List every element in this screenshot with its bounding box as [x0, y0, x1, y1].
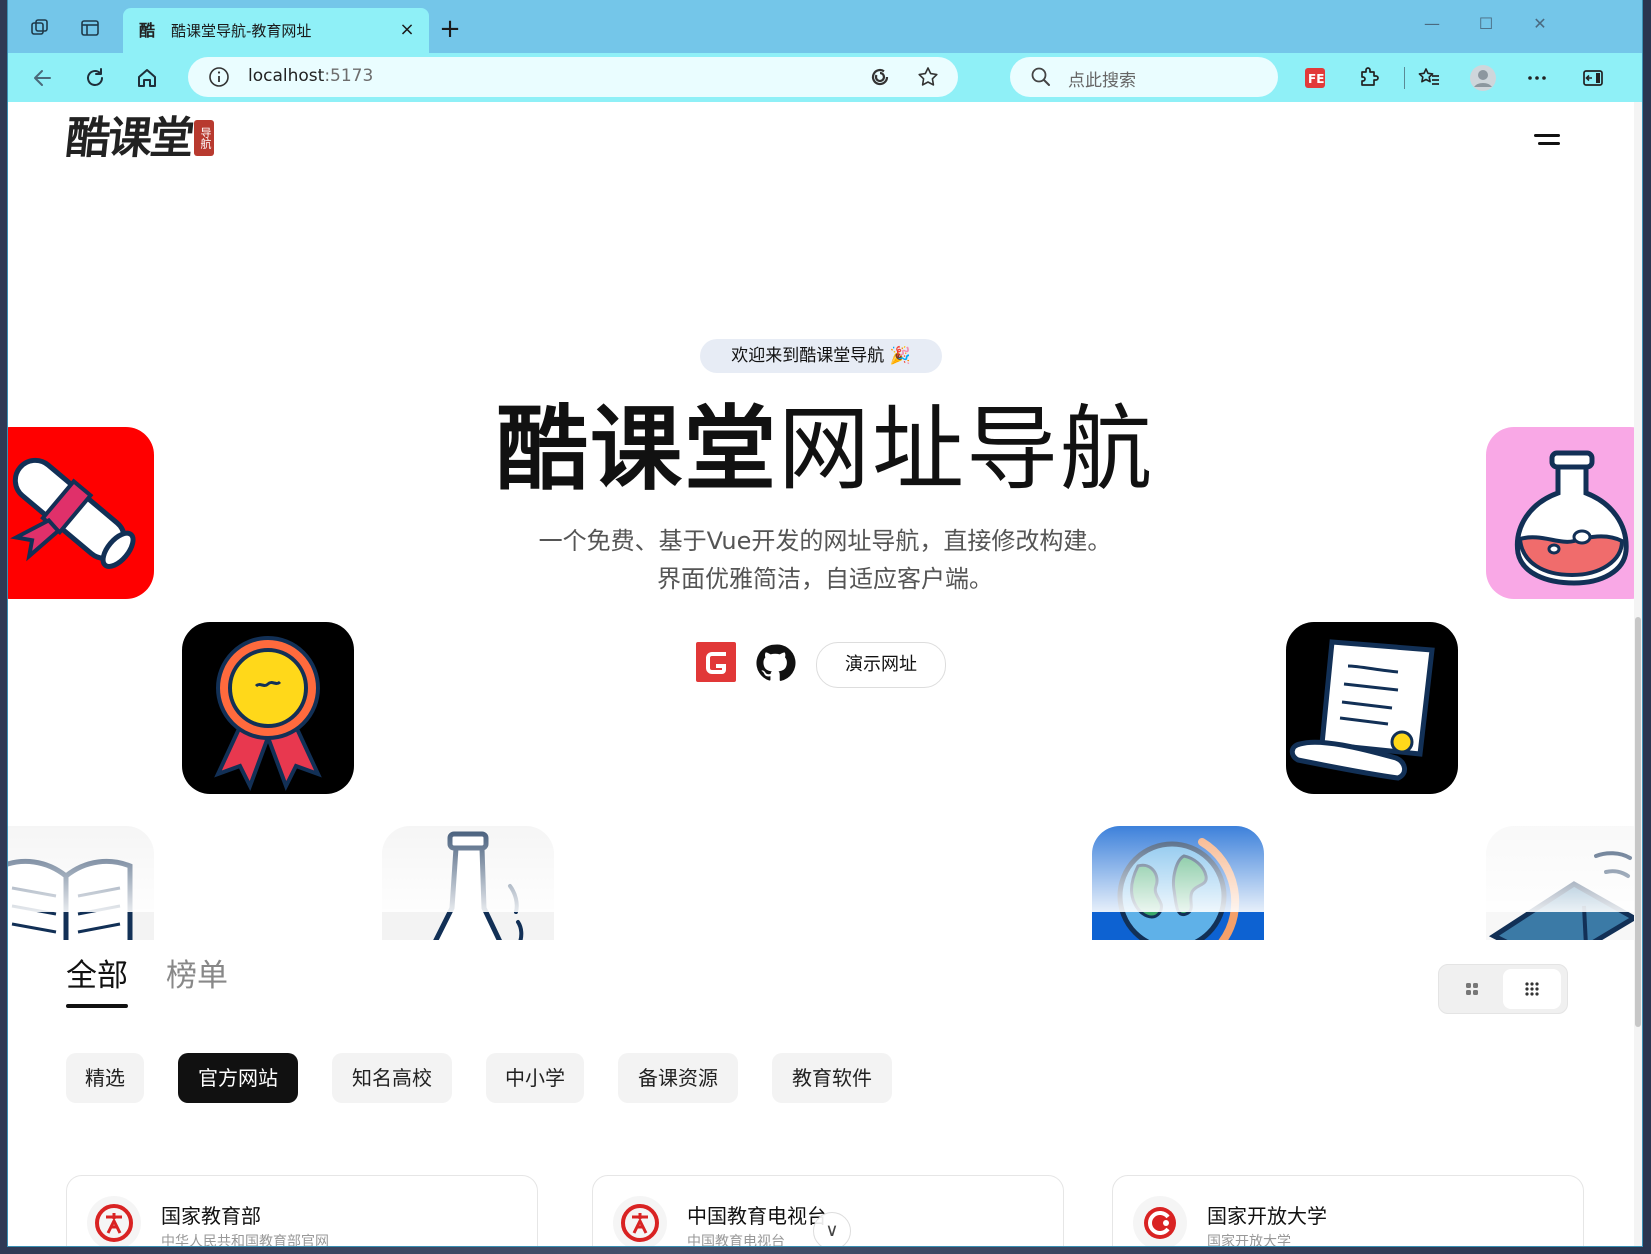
ouchn-logo-icon	[1133, 1196, 1187, 1246]
url-text: localhost:5173	[248, 66, 373, 86]
toolbar: localhost:5173 点此搜索 FE	[8, 53, 1642, 102]
card-title: 国家教育部	[161, 1204, 261, 1228]
fe-extension-icon[interactable]: FE	[1300, 63, 1330, 93]
address-bar[interactable]: localhost:5173	[188, 57, 958, 97]
category-chip-official[interactable]: 官方网站	[178, 1053, 298, 1103]
more-icon[interactable]	[1522, 63, 1552, 93]
maximize-button[interactable]: ☐	[1472, 14, 1500, 38]
tab-actions-icon[interactable]	[74, 12, 106, 44]
site-logo[interactable]: 酷课堂 导航	[63, 112, 214, 166]
scrollbar-thumb[interactable]	[1635, 617, 1641, 1027]
hero-subtitle-line2: 界面优雅简洁，自适应客户端。	[657, 565, 993, 593]
search-box[interactable]: 点此搜索	[1010, 57, 1278, 97]
page-scrollbar[interactable]	[1634, 102, 1642, 1246]
hero-title-bold: 酷课堂	[495, 396, 778, 503]
search-icon	[1030, 66, 1052, 92]
graduation-cap-illustration	[1486, 826, 1642, 940]
home-icon[interactable]	[130, 61, 164, 95]
category-chip-k12[interactable]: 中小学	[486, 1053, 584, 1103]
minimize-button[interactable]: —	[1418, 14, 1446, 38]
hero-title: 酷课堂网址导航	[8, 400, 1642, 500]
toolbar-divider	[1404, 67, 1405, 89]
certificate-illustration	[1286, 622, 1458, 794]
svg-text:FE: FE	[1308, 72, 1324, 86]
active-tab[interactable]: 酷 酷课堂导航-教育网址 ×	[123, 8, 429, 53]
logo-seal: 导航	[194, 120, 214, 156]
menu-icon[interactable]	[1534, 132, 1560, 148]
test-tube-illustration	[382, 826, 554, 940]
category-chip-edu-software[interactable]: 教育软件	[772, 1053, 892, 1103]
sidebar-icon[interactable]	[1578, 63, 1608, 93]
medal-illustration	[182, 622, 354, 794]
extensions-puzzle-icon[interactable]	[1354, 63, 1384, 93]
search-placeholder: 点此搜索	[1068, 71, 1136, 91]
book-illustration	[8, 826, 154, 940]
url-host: localhost	[248, 66, 325, 86]
logo-text: 酷课堂	[63, 113, 195, 164]
hero-illustrations	[8, 102, 1642, 940]
refresh-icon[interactable]	[78, 61, 112, 95]
hero-title-rest: 网址导航	[778, 396, 1155, 503]
hero-subtitle-line1: 一个免费、基于Vue开发的网址导航，直接修改构建。	[538, 527, 1112, 555]
globe-illustration	[1092, 826, 1264, 940]
favorite-star-icon[interactable]	[916, 65, 940, 93]
tab-favicon-icon: 酷	[139, 21, 156, 40]
page-content: 酷课堂 导航 欢迎来到酷课堂导航 🎉 酷课堂网址导航 一个免费、基于Vue开发的…	[8, 102, 1642, 1246]
favorites-list-icon[interactable]	[1414, 63, 1444, 93]
browser-window: 酷 酷课堂导航-教育网址 × + — ☐ ✕ localhost:5173 点此…	[8, 0, 1642, 1246]
profile-icon[interactable]	[1468, 63, 1498, 93]
grid-large-view-icon[interactable]	[1443, 969, 1501, 1009]
tab-all[interactable]: 全部	[66, 954, 128, 1008]
back-icon[interactable]	[26, 61, 60, 95]
welcome-badge: 欢迎来到酷课堂导航 🎉	[700, 339, 942, 373]
scroll-down-icon[interactable]: ∨	[813, 1212, 851, 1246]
sync-icon[interactable]	[868, 65, 892, 93]
github-icon[interactable]	[754, 642, 796, 684]
category-chip-featured[interactable]: 精选	[66, 1053, 144, 1103]
url-port: :5173	[324, 66, 374, 86]
gitee-icon[interactable]	[696, 642, 736, 682]
card-title: 国家开放大学	[1207, 1204, 1327, 1228]
close-window-button[interactable]: ✕	[1526, 14, 1554, 38]
tab-title: 酷课堂导航-教育网址	[171, 22, 312, 40]
category-chip-universities[interactable]: 知名高校	[332, 1053, 452, 1103]
card-title: 中国教育电视台	[687, 1204, 827, 1228]
tab-ranking[interactable]: 榜单	[166, 954, 228, 998]
card-description: 中华人民共和国教育部官网	[161, 1234, 329, 1246]
category-chip-teaching-resources[interactable]: 备课资源	[618, 1053, 738, 1103]
tab-bar: 酷 酷课堂导航-教育网址 × + — ☐ ✕	[8, 0, 1642, 53]
tab-close-icon[interactable]: ×	[397, 20, 417, 40]
workspaces-icon[interactable]	[24, 12, 56, 44]
card-description: 国家开放大学	[1207, 1234, 1291, 1246]
grid-small-view-icon[interactable]	[1503, 969, 1561, 1009]
info-icon[interactable]	[208, 66, 230, 92]
demo-site-button[interactable]: 演示网址	[816, 642, 946, 688]
new-tab-button[interactable]: +	[436, 16, 464, 44]
view-toggle	[1438, 964, 1568, 1014]
hero-subtitle: 一个免费、基于Vue开发的网址导航，直接修改构建。 界面优雅简洁，自适应客户端。	[8, 522, 1642, 598]
site-card[interactable]: 国家开放大学 国家开放大学	[1112, 1175, 1584, 1246]
cetv-logo-icon	[613, 1196, 667, 1246]
moe-logo-icon	[87, 1196, 141, 1246]
card-description: 中国教育电视台	[687, 1234, 785, 1246]
site-card[interactable]: 国家教育部 中华人民共和国教育部官网	[66, 1175, 538, 1246]
